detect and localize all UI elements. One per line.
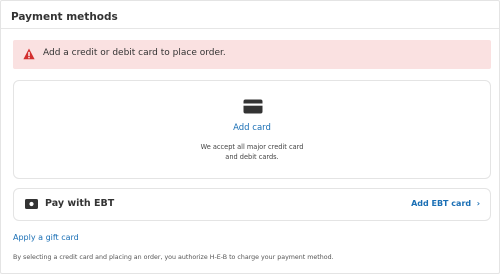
ebt-card-icon xyxy=(25,199,38,209)
accepted-cards-line-2: and debit cards. xyxy=(225,153,279,161)
ebt-label: Pay with EBT xyxy=(45,198,115,209)
ebt-panel[interactable]: Pay with EBT Add EBT card › xyxy=(13,188,491,221)
payment-methods-panel: Payment methods Add a credit or debit ca… xyxy=(0,0,500,274)
add-card-panel[interactable]: Add card We accept all major credit card… xyxy=(13,80,491,179)
apply-gift-card-link[interactable]: Apply a gift card xyxy=(13,233,79,242)
add-ebt-card-label: Add EBT card xyxy=(411,199,472,208)
credit-card-icon xyxy=(243,99,263,114)
add-ebt-card-button[interactable]: Add EBT card › xyxy=(411,199,480,208)
authorization-disclaimer: By selecting a credit card and placing a… xyxy=(13,254,334,261)
header-divider xyxy=(1,28,499,29)
error-alert: Add a credit or debit card to place orde… xyxy=(13,40,491,69)
accepted-cards-line-1: We accept all major credit card xyxy=(200,143,304,151)
accepted-cards-note: We accept all major credit card and debi… xyxy=(14,142,490,162)
alert-message: Add a credit or debit card to place orde… xyxy=(43,48,226,58)
chevron-right-icon: › xyxy=(473,199,480,208)
add-card-link[interactable]: Add card xyxy=(14,123,490,133)
section-title: Payment methods xyxy=(11,11,118,23)
warning-icon xyxy=(23,48,35,60)
